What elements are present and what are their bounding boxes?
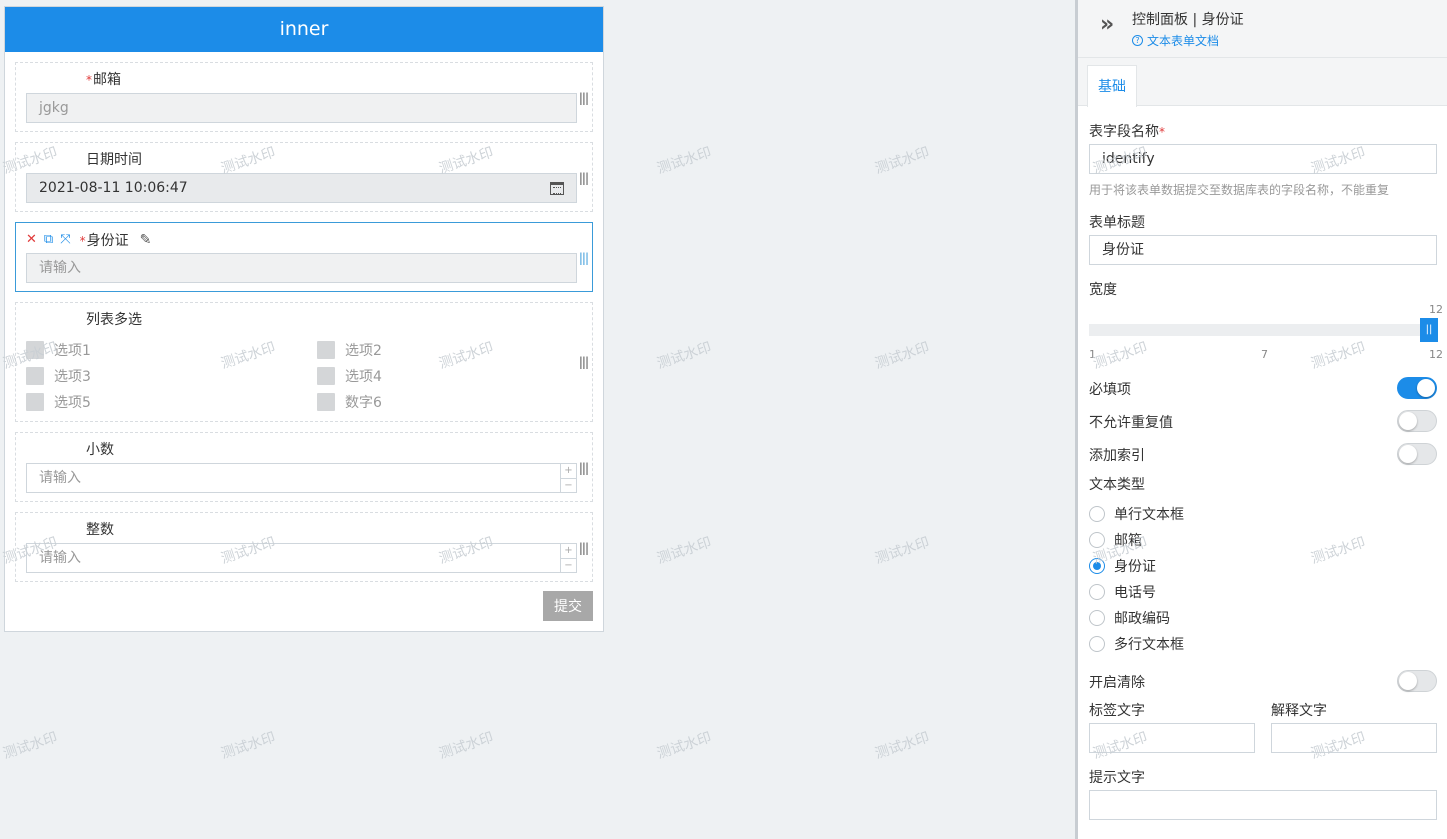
integer-input[interactable]: 请输入 + − [26,543,577,573]
watermark-text: 测试水印 [437,729,496,763]
radio-multiline[interactable]: 多行文本框 [1089,634,1184,654]
panel-header: » 控制面板 | 身份证 ? 文本表单文档 [1078,0,1447,58]
slider-min-label: 1 [1089,348,1096,361]
radio-email[interactable]: 邮箱 [1089,530,1142,550]
explain-text-label: 解释文字 [1271,703,1327,719]
field-name-help: 用于将该表单数据提交至数据库表的字段名称，不能重复 [1089,183,1390,197]
form-card: inner *邮箱 jgkg ||| 日期时间 2021-08-11 10:06… [4,6,604,632]
expand-icon[interactable]: ⤧ [60,233,70,247]
decimal-label: 小数 [86,442,114,458]
watermark-text: 测试水印 [655,534,714,568]
integer-label: 整数 [86,522,114,538]
tab-bar: 基础 [1078,58,1447,107]
radio-postcode[interactable]: 邮政编码 [1089,608,1170,628]
tag-text-label: 标签文字 [1089,703,1145,719]
field-decimal[interactable]: 小数 请输入 + − ||| [15,432,593,502]
checkbox-option[interactable]: 选项3 [26,366,91,386]
number-stepper[interactable]: + − [560,544,576,572]
multiselect-label: 列表多选 [86,312,142,328]
checkbox-option[interactable]: 选项1 [26,340,91,360]
decimal-input[interactable]: 请输入 + − [26,463,577,493]
submit-button[interactable]: 提交 [543,591,593,621]
unique-toggle[interactable] [1397,410,1437,432]
tab-basic[interactable]: 基础 [1087,65,1137,107]
drag-handle-icon[interactable]: ||| [579,91,589,105]
explain-text-input[interactable] [1271,723,1437,753]
watermark-text: 测试水印 [873,729,932,763]
watermark-text: 测试水印 [219,729,278,763]
number-stepper[interactable]: + − [560,464,576,492]
copy-icon[interactable]: ⧉ [44,233,53,247]
datetime-label: 日期时间 [86,152,142,168]
drag-handle-icon[interactable]: ||| [579,541,589,555]
watermark-text: 测试水印 [655,729,714,763]
clear-toggle[interactable] [1397,670,1437,692]
checkbox-option[interactable]: 选项4 [317,366,382,386]
width-slider[interactable] [1089,324,1429,336]
clear-label: 开启清除 [1089,675,1145,691]
unique-label: 不允许重复值 [1089,415,1173,431]
watermark-text: 测试水印 [655,144,714,178]
text-type-label: 文本类型 [1089,477,1145,493]
slider-handle[interactable]: || [1420,318,1438,342]
collapse-chevron-icon[interactable]: » [1100,12,1114,37]
index-toggle[interactable] [1397,443,1437,465]
field-name-input[interactable]: identify [1089,144,1437,174]
field-toolbar: ✕ ⧉ ⤧ *身份证 ✎ [26,230,151,250]
watermark-text: 测试水印 [655,339,714,373]
drag-handle-icon[interactable]: ||| [579,251,589,265]
hint-text-input[interactable] [1089,790,1437,820]
width-label: 宽度 [1089,282,1117,298]
field-name-label: 表字段名称* [1089,124,1165,140]
hint-text-label: 提示文字 [1089,770,1145,786]
required-toggle[interactable] [1397,377,1437,399]
email-label: *邮箱 [86,72,121,88]
required-label: 必填项 [1089,382,1131,398]
width-value-label: 12 [1429,303,1443,316]
drag-handle-icon[interactable]: ||| [579,355,589,369]
drag-handle-icon[interactable]: ||| [579,171,589,185]
datetime-input[interactable]: 2021-08-11 10:06:47 [26,173,577,203]
checkbox-option[interactable]: 选项5 [26,392,91,412]
field-multiselect[interactable]: 列表多选 选项1 选项2 选项3 选项4 选项5 数字6 ||| [15,302,593,422]
decrement-icon: − [564,559,573,571]
form-title: inner [5,7,603,52]
radio-idcard[interactable]: 身份证 [1089,556,1156,576]
calendar-icon[interactable] [550,182,564,195]
slider-mid-label: 7 [1261,348,1268,361]
form-title-input[interactable]: 身份证 [1089,235,1437,265]
increment-icon: + [561,464,576,479]
watermark-text: 测试水印 [873,534,932,568]
tag-text-input[interactable] [1089,723,1255,753]
control-panel: » 控制面板 | 身份证 ? 文本表单文档 基础 表字段名称* identify … [1075,0,1447,839]
checkbox-option[interactable]: 数字6 [317,392,382,412]
field-idcard[interactable]: ✕ ⧉ ⤧ *身份证 ✎ 请输入 ||| [15,222,593,292]
slider-max-label: 12 [1429,348,1443,361]
email-input[interactable]: jgkg [26,93,577,123]
edit-pencil-icon[interactable]: ✎ [140,232,152,248]
field-datetime[interactable]: 日期时间 2021-08-11 10:06:47 ||| [15,142,593,212]
index-label: 添加索引 [1089,448,1145,464]
radio-phone[interactable]: 电话号 [1089,582,1156,602]
drag-handle-icon[interactable]: ||| [579,461,589,475]
checkbox-option[interactable]: 选项2 [317,340,382,360]
field-integer[interactable]: 整数 请输入 + − ||| [15,512,593,582]
idcard-label: *身份证 [79,233,129,249]
watermark-text: 测试水印 [1,729,60,763]
increment-icon: + [561,544,576,559]
delete-icon[interactable]: ✕ [26,233,37,247]
form-title-label: 表单标题 [1089,215,1145,231]
idcard-input[interactable]: 请输入 [26,253,577,283]
watermark-text: 测试水印 [873,339,932,373]
doc-link[interactable]: ? 文本表单文档 [1132,32,1219,49]
field-email[interactable]: *邮箱 jgkg ||| [15,62,593,132]
decrement-icon: − [564,479,573,491]
panel-title: 控制面板 | 身份证 [1132,12,1244,28]
help-icon: ? [1132,35,1143,46]
radio-single-line[interactable]: 单行文本框 [1089,504,1184,524]
watermark-text: 测试水印 [873,144,932,178]
